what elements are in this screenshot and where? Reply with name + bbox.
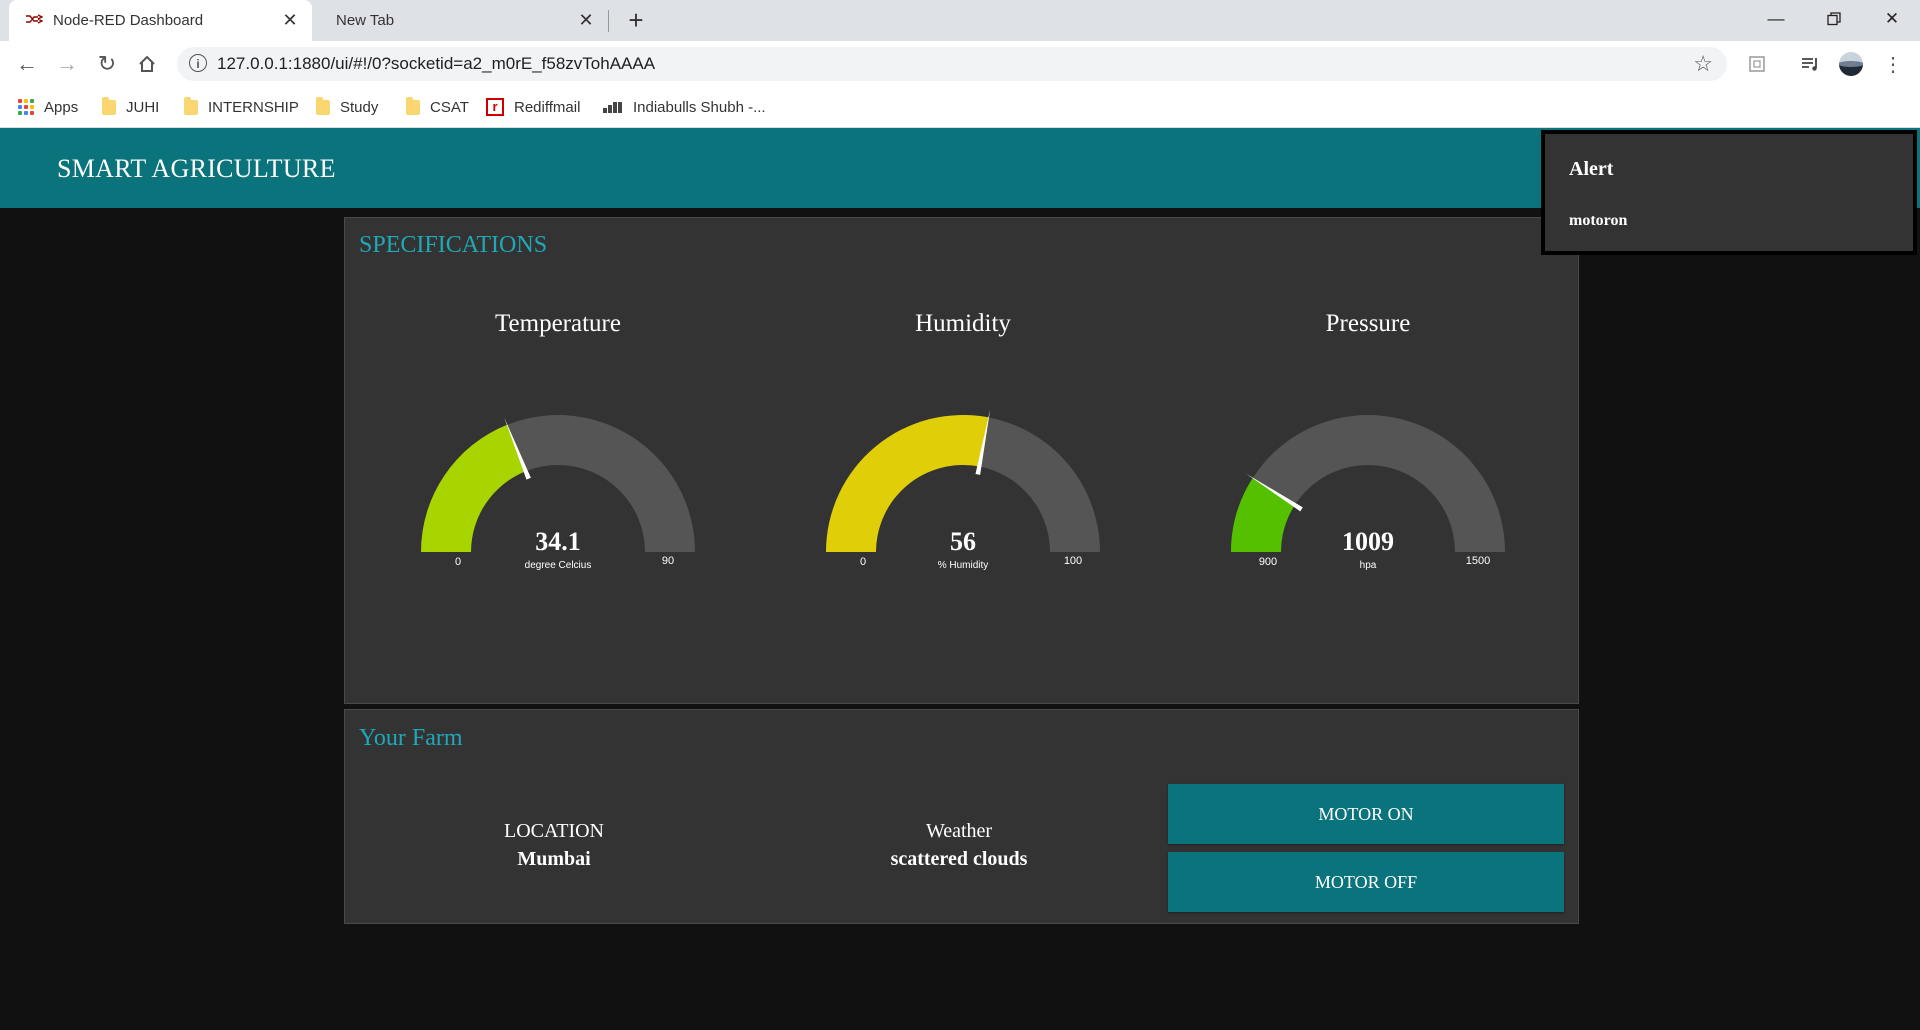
- bookmark-apps[interactable]: Apps: [18, 96, 78, 118]
- tab-title: Node-RED Dashboard: [53, 12, 204, 29]
- bookmark-csat[interactable]: CSAT: [406, 96, 469, 118]
- browser-toolbar: ← → ↻ i 127.0.0.1:1880/ui/#!/0?socketid=…: [0, 41, 1920, 88]
- toast-title: Alert: [1569, 158, 1614, 180]
- folder-icon: [406, 96, 420, 115]
- your-farm-title: Your Farm: [359, 725, 463, 751]
- home-icon[interactable]: [132, 49, 162, 79]
- gauge-title: Temperature: [495, 310, 621, 337]
- gauge-unit: % Humidity: [938, 560, 989, 571]
- bookmark-star-icon[interactable]: ☆: [1693, 51, 1713, 77]
- motor-off-button[interactable]: MOTOR OFF: [1168, 852, 1564, 912]
- your-farm-group: Your Farm LOCATION Mumbai Weather scatte…: [344, 709, 1579, 924]
- tab-close-icon[interactable]: ✕: [576, 10, 596, 31]
- bookmark-label: INTERNSHIP: [208, 98, 299, 116]
- bookmark-juhi[interactable]: JUHI: [102, 96, 159, 118]
- location-value: Mumbai: [517, 848, 591, 870]
- bookmark-label: Rediffmail: [514, 98, 581, 116]
- tab-separator: [608, 10, 609, 32]
- temperature-gauge: Temperature 34.1 degree Celcius 0 90: [358, 310, 758, 640]
- forward-arrow-icon[interactable]: →: [52, 49, 82, 79]
- url-text: 127.0.0.1:1880/ui/#!/0?socketid=a2_m0rE_…: [217, 54, 656, 73]
- tab-title: New Tab: [336, 12, 395, 29]
- folder-icon: [102, 96, 116, 115]
- location-label: LOCATION: [504, 820, 604, 842]
- bookmark-label: Study: [340, 98, 379, 116]
- gauge-unit: hpa: [1360, 560, 1377, 571]
- bookmarks-bar: Apps JUHI INTERNSHIP Study CSAT r Rediff…: [0, 88, 1920, 128]
- weather-value: scattered clouds: [890, 848, 1028, 870]
- bookmark-study[interactable]: Study: [316, 96, 378, 118]
- rediff-icon: r: [486, 98, 504, 116]
- menu-kebab-icon[interactable]: ⋮: [1880, 51, 1906, 77]
- restore-icon[interactable]: [1806, 0, 1862, 38]
- gauge-value: 56: [950, 527, 976, 556]
- gauge-min: 0: [455, 556, 461, 568]
- pressure-gauge: Pressure 1009 hpa 900 1500: [1168, 310, 1568, 640]
- humidity-gauge: Humidity 56 % Humidity 0 100: [763, 310, 1163, 640]
- bookmark-indiabulls[interactable]: Indiabulls Shubh -...: [603, 96, 766, 118]
- alert-toast[interactable]: Alert motoron: [1541, 130, 1917, 255]
- node-red-favicon-icon: [25, 12, 44, 29]
- specifications-group: SPECIFICATIONS Temperature 34.1 degree C…: [344, 217, 1579, 704]
- apps-grid-icon: [18, 99, 34, 115]
- gauge-max: 100: [1064, 555, 1082, 567]
- extension-icon[interactable]: [1744, 51, 1770, 77]
- bookmark-rediffmail[interactable]: r Rediffmail: [486, 96, 580, 118]
- address-bar[interactable]: i 127.0.0.1:1880/ui/#!/0?socketid=a2_m0r…: [177, 47, 1727, 81]
- folder-icon: [184, 96, 198, 115]
- gauge-value: 1009: [1342, 527, 1394, 556]
- minimize-icon[interactable]: —: [1748, 0, 1804, 38]
- back-arrow-icon[interactable]: ←: [12, 49, 42, 79]
- location-widget: LOCATION Mumbai: [354, 820, 754, 871]
- bookmark-label: Indiabulls Shubh -...: [633, 98, 766, 116]
- gauge-max: 90: [662, 555, 674, 567]
- tab-node-red-dashboard[interactable]: Node-RED Dashboard ✕: [9, 0, 312, 41]
- folder-icon: [316, 96, 330, 115]
- bookmark-label: CSAT: [430, 98, 469, 116]
- gauge-unit: degree Celcius: [525, 560, 592, 571]
- site-info-icon[interactable]: i: [189, 54, 207, 72]
- gauge-min: 900: [1259, 556, 1277, 568]
- weather-widget: Weather scattered clouds: [759, 820, 1159, 871]
- bookmark-label: JUHI: [126, 98, 160, 116]
- profile-avatar-icon[interactable]: [1838, 51, 1864, 77]
- gauge-title: Pressure: [1325, 310, 1411, 337]
- browser-tab-bar: Node-RED Dashboard ✕ New Tab ✕ + — ✕: [0, 0, 1920, 41]
- bookmark-internship[interactable]: INTERNSHIP: [184, 96, 299, 118]
- gauge-value: 34.1: [535, 527, 581, 556]
- gauge-title: Humidity: [915, 310, 1011, 337]
- bookmark-label: Apps: [44, 98, 79, 116]
- gauge-max: 1500: [1466, 555, 1490, 567]
- specifications-title: SPECIFICATIONS: [359, 232, 548, 258]
- gauge-fill: [421, 424, 526, 552]
- weather-label: Weather: [925, 820, 993, 842]
- dashboard-title: SMART AGRICULTURE: [57, 154, 336, 183]
- toast-message: motoron: [1569, 212, 1628, 229]
- new-tab-plus-icon[interactable]: +: [622, 6, 650, 34]
- tab-close-icon[interactable]: ✕: [280, 10, 300, 31]
- bars-icon: [603, 101, 623, 113]
- media-controls-icon[interactable]: [1798, 51, 1824, 77]
- close-window-icon[interactable]: ✕: [1864, 0, 1920, 38]
- motor-on-button[interactable]: MOTOR ON: [1168, 784, 1564, 844]
- tab-new-tab[interactable]: New Tab ✕: [312, 0, 608, 41]
- reload-icon[interactable]: ↻: [92, 49, 122, 79]
- gauge-min: 0: [860, 556, 866, 568]
